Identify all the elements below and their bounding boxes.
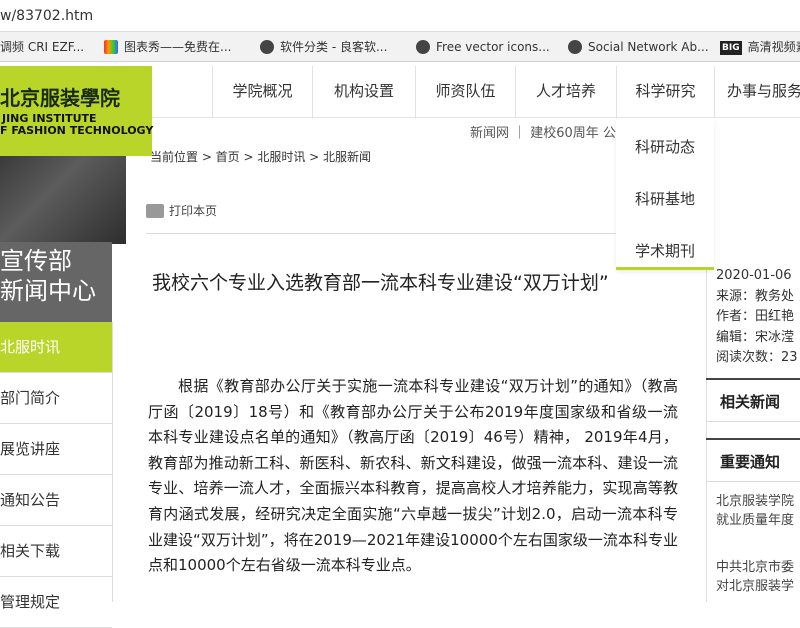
sidebar-item-notices[interactable]: 通知公告 (0, 475, 112, 526)
bookmarks-bar: 调频 CRI EZF... 图表秀——免费在... 软件分类 - 良客软... … (0, 32, 800, 62)
article-source: 来源：教务处 (716, 288, 795, 304)
globe-icon (568, 40, 582, 54)
sidebar-item-intro[interactable]: 部门简介 (0, 373, 112, 424)
nav-item-departments[interactable]: 机构设置 (312, 66, 415, 118)
nav-item-overview[interactable]: 学院概况 (212, 66, 312, 118)
nav-item-faculty[interactable]: 师资队伍 (415, 66, 515, 118)
school-logo[interactable]: 北京服装學院 JING INSTITUTE F FASHION TECHNOLO… (0, 66, 154, 156)
print-button[interactable]: 打印本页 (146, 202, 217, 219)
dropdown-item-research-bases[interactable]: 科研基地 (616, 188, 714, 209)
breadcrumb[interactable]: 当前位置 > 首页 > 北服时讯 > 北服新闻 (150, 148, 371, 165)
globe-icon (416, 40, 430, 54)
big-badge-icon: BIG (720, 41, 742, 55)
sidebar-item-regulations[interactable]: 管理规定 (0, 577, 112, 628)
publish-date: 2020-01-06 (716, 268, 792, 283)
globe-icon (260, 40, 274, 54)
article-title: 我校六个专业入选教育部一流本科专业建设“双万计划” (152, 272, 609, 294)
notice-link[interactable]: 北京服装学院 就业质量年度 (716, 492, 794, 530)
bookmark-item[interactable]: BIG高清视频素 (720, 32, 800, 62)
sidebar-item-news[interactable]: 北服时讯 (0, 322, 112, 373)
bookmark-item[interactable]: 软件分类 - 良客软... (260, 32, 387, 62)
article-author: 作者：田红艳 (716, 309, 795, 324)
bookmark-item[interactable]: Free vector icons... (416, 32, 550, 62)
article-body: 根据《教育部办公厅关于实施一流本科专业建设“双万计划”的通知》（教高厅函〔201… (148, 377, 678, 575)
article-meta: 2020-01-06 来源：教务处 作者：田红艳 编辑：宋冰滢 阅读次数：23 (716, 266, 798, 369)
sidebar-item-downloads[interactable]: 相关下载 (0, 526, 112, 577)
sidebar-banner-image (0, 156, 126, 244)
nav-item-education[interactable]: 人才培养 (515, 66, 616, 118)
dropdown-underline (616, 267, 714, 270)
bookmark-item[interactable]: 调频 CRI EZF... (0, 32, 84, 62)
article-editor: 编辑：宋冰滢 (716, 329, 795, 345)
dropdown-item-research-news[interactable]: 科研动态 (616, 136, 714, 157)
sidebar-divider (112, 322, 113, 602)
important-notices-heading: 重要通知 (706, 438, 800, 482)
research-dropdown-menu: 科研动态 科研基地 学术期刊 (616, 118, 714, 270)
sidebar-item-exhibitions[interactable]: 展览讲座 (0, 424, 112, 475)
url-text[interactable]: w/83702.htm (0, 8, 93, 24)
related-news-heading: 相关新闻 (706, 378, 800, 422)
logo-subtitle: F FASHION TECHNOLOGY (0, 124, 154, 137)
view-count: 阅读次数：23 (716, 350, 798, 365)
sidebar-title: 宣传部 新闻中心 (0, 242, 112, 322)
address-bar[interactable]: w/83702.htm (0, 0, 800, 32)
nav-item-services[interactable]: 办事与服务 (714, 66, 800, 118)
bookmark-item[interactable]: Social Network Ab... (568, 32, 709, 62)
dropdown-item-academic-journals[interactable]: 学术期刊 (616, 240, 714, 261)
notice-link[interactable]: 中共北京市委 对北京服装学 (716, 558, 794, 596)
nav-item-research[interactable]: 科学研究 (616, 66, 714, 118)
logo-title: 北京服装學院 (0, 86, 120, 110)
chart-show-icon (104, 40, 118, 54)
printer-icon (146, 204, 164, 218)
bookmark-item[interactable]: 图表秀——免费在... (104, 32, 231, 62)
